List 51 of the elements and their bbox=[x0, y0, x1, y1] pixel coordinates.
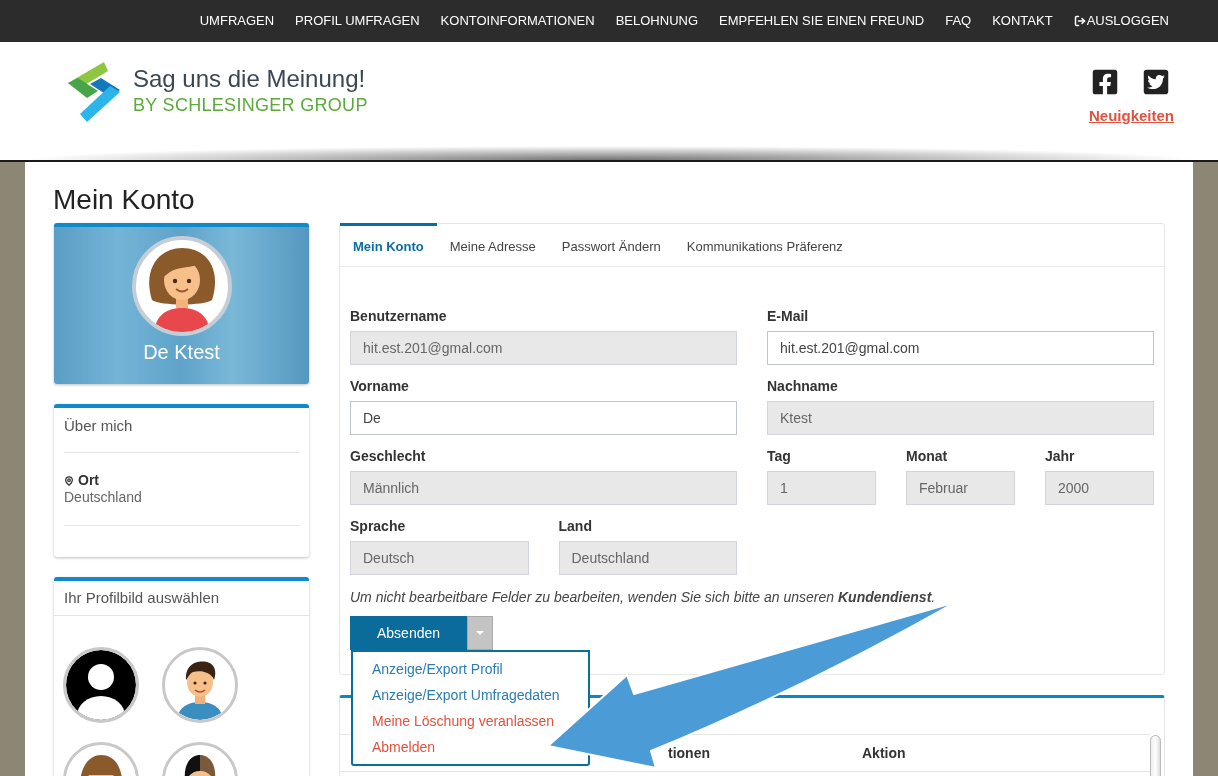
input-field[interactable]: hit.est.201@gmal.com bbox=[767, 331, 1154, 365]
twitter-icon[interactable] bbox=[1142, 68, 1170, 96]
field-label: Sprache bbox=[350, 517, 407, 536]
tab[interactable]: Passwort Ändern bbox=[548, 223, 674, 267]
field-label: Tag bbox=[767, 447, 792, 466]
logout-icon bbox=[1073, 15, 1086, 27]
map-pin-icon bbox=[64, 474, 74, 487]
note-text: Um nicht bearbeitbare Felder zu bearbeiten, wenden Sie sich bitte an unseren Kundendienst. bbox=[350, 588, 937, 606]
field-label: Nachname bbox=[767, 377, 839, 396]
nav-link[interactable]: PROFIL UMFRAGEN bbox=[295, 11, 420, 31]
news-link[interactable]: Neuigkeiten bbox=[1088, 105, 1174, 128]
submit-button[interactable]: Absenden bbox=[350, 616, 467, 650]
page-title: Mein Konto bbox=[53, 183, 196, 217]
nav-link[interactable]: FAQ bbox=[945, 11, 972, 31]
nav-link[interactable]: UMFRAGEN bbox=[199, 11, 275, 31]
field-label: Monat bbox=[906, 447, 949, 466]
field-label: Land bbox=[558, 517, 593, 536]
field-label: Benutzername bbox=[350, 307, 448, 326]
location-value: Deutschland bbox=[64, 489, 142, 506]
menu-item[interactable]: Abmelden bbox=[372, 734, 436, 760]
tab[interactable]: Kommunikations Präferenz bbox=[673, 223, 856, 267]
field-label: Geschlecht bbox=[350, 447, 427, 466]
column-header: Aktion bbox=[862, 745, 906, 761]
card-title: Über mich bbox=[64, 417, 133, 434]
tab[interactable]: Meine Adresse bbox=[436, 223, 549, 267]
woman-avatar-icon bbox=[131, 236, 232, 336]
column-header: tionen bbox=[668, 745, 710, 761]
field-label: E-Mail bbox=[767, 307, 810, 326]
dropdown-toggle[interactable] bbox=[467, 616, 493, 650]
person-silhouette-icon bbox=[66, 650, 136, 720]
tab[interactable]: Mein Konto bbox=[340, 223, 437, 267]
nav-link[interactable]: EMPFEHLEN SIE EINEN FREUND bbox=[719, 11, 925, 31]
man-avatar-icon bbox=[165, 650, 235, 720]
logo-subtitle: BY SCHLESINGER GROUP bbox=[133, 94, 368, 116]
nav-link[interactable]: AUSLOGGEN bbox=[1073, 11, 1169, 31]
nav-link[interactable]: KONTOINFORMATIONEN bbox=[440, 11, 595, 31]
nav-link[interactable]: BELOHNUNG bbox=[615, 11, 699, 31]
card-title: Ihr Profilbild auswählen bbox=[64, 588, 220, 608]
logo-title: Sag uns die Meinung! bbox=[133, 64, 367, 94]
menu-item[interactable]: Anzeige/Export Umfragedaten bbox=[372, 682, 560, 708]
logo-icon bbox=[68, 62, 120, 122]
field-label: Vorname bbox=[350, 377, 410, 396]
profile-name: De Ktest bbox=[143, 340, 220, 365]
facebook-icon[interactable] bbox=[1091, 68, 1119, 96]
caret-icon bbox=[476, 631, 484, 635]
menu-item[interactable]: Anzeige/Export Profil bbox=[372, 656, 503, 682]
field-label: Jahr bbox=[1045, 447, 1076, 466]
location-label: Ort bbox=[78, 472, 99, 489]
nav-link[interactable]: KONTAKT bbox=[992, 11, 1053, 31]
menu-item[interactable]: Meine Löschung veranlassen bbox=[372, 708, 555, 734]
input-field[interactable]: De bbox=[350, 401, 737, 435]
